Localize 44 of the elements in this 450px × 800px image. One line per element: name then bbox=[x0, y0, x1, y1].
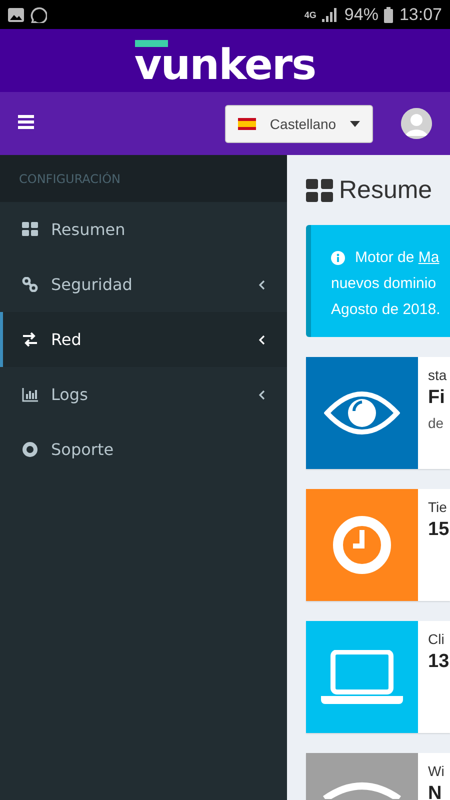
grid-icon bbox=[22, 222, 38, 237]
battery-icon bbox=[384, 6, 394, 22]
signal-icon bbox=[322, 8, 338, 22]
sidebar-item[interactable]: Red bbox=[0, 312, 287, 367]
logo-accent bbox=[135, 40, 168, 46]
caret-icon bbox=[350, 120, 360, 126]
arrows-icon bbox=[22, 332, 38, 347]
link-icon bbox=[22, 277, 38, 292]
chat-icon bbox=[30, 6, 47, 23]
card-value: Fi bbox=[428, 387, 446, 409]
alert-text: nuevos dominio bbox=[331, 274, 438, 294]
network-type: 4G bbox=[304, 10, 316, 20]
card-label: Cli bbox=[428, 631, 446, 647]
logo: vunkers bbox=[134, 48, 316, 82]
clock-icon bbox=[333, 516, 391, 574]
bar-chart-icon bbox=[22, 387, 38, 402]
page-title: Resume bbox=[339, 176, 432, 204]
info-icon bbox=[331, 251, 345, 265]
sidebar-item[interactable]: Soporte bbox=[0, 422, 287, 477]
card-label: Tie bbox=[428, 499, 448, 515]
alert-text: Motor de Ma bbox=[355, 248, 440, 268]
language-dropdown[interactable]: Castellano bbox=[225, 104, 373, 142]
sidebar-item[interactable]: Logs bbox=[0, 367, 287, 422]
alert-text: Agosto de 2018. bbox=[331, 300, 442, 320]
card-value: N bbox=[428, 783, 443, 800]
sidebar-item[interactable]: Seguridad bbox=[0, 257, 287, 312]
avatar-icon[interactable] bbox=[401, 108, 432, 139]
menu-button[interactable] bbox=[18, 115, 34, 132]
clock-time: 13:07 bbox=[399, 4, 442, 24]
grid-icon bbox=[306, 178, 333, 202]
flag-icon bbox=[238, 118, 256, 130]
eye-icon bbox=[324, 391, 400, 435]
sidebar-header: CONFIGURACIÓN bbox=[0, 155, 287, 202]
wifi-icon bbox=[321, 781, 403, 799]
card-label: Wi bbox=[428, 763, 444, 779]
card-value: 13 bbox=[428, 651, 450, 673]
card-note: de bbox=[428, 415, 445, 431]
card-value: 15 bbox=[428, 519, 450, 541]
lifebuoy-icon bbox=[22, 442, 38, 457]
sidebar-item[interactable]: Resumen bbox=[0, 202, 287, 257]
laptop-icon bbox=[321, 650, 403, 704]
battery-percent: 94% bbox=[344, 4, 378, 24]
card-label: sta bbox=[428, 367, 447, 383]
gallery-icon bbox=[8, 8, 24, 22]
